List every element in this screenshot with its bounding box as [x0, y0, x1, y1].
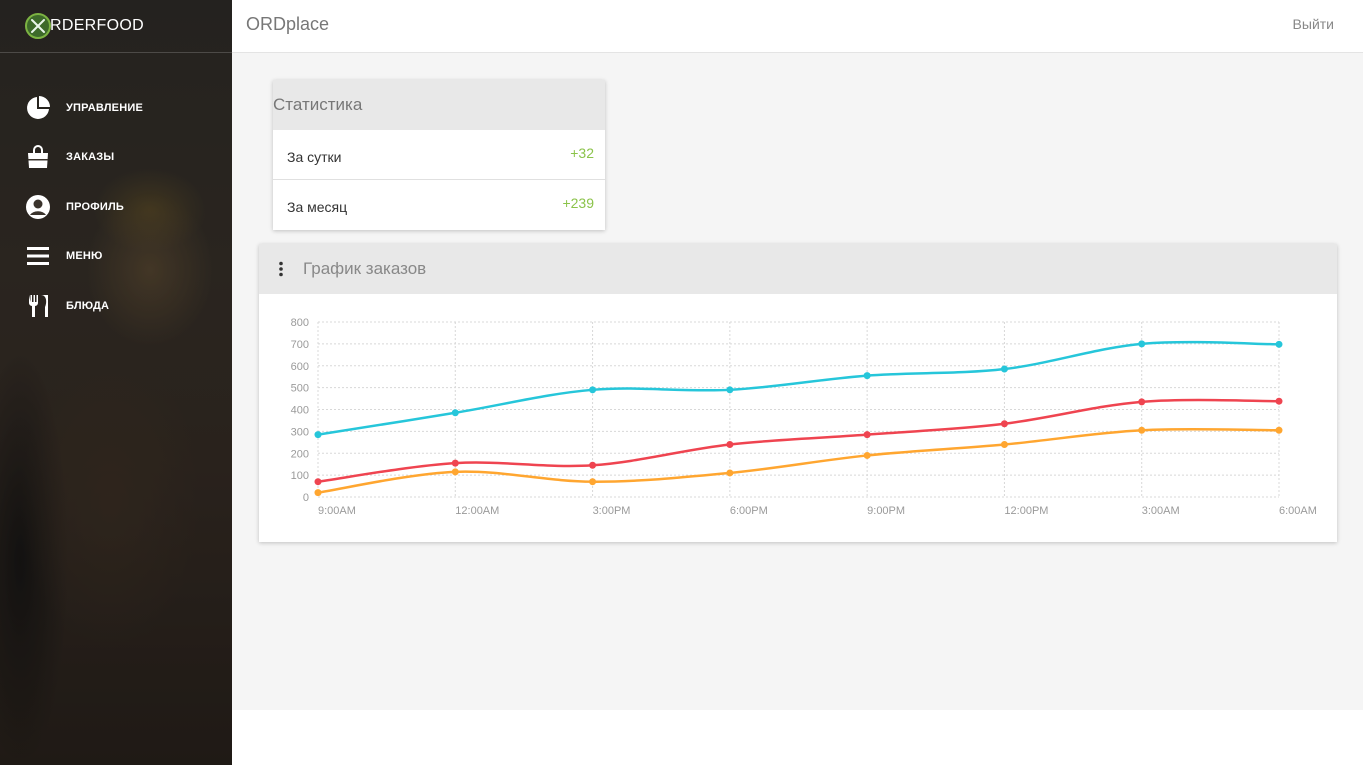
- y-tick-label: 500: [291, 383, 309, 395]
- series-3-point: [1138, 426, 1146, 434]
- x-tick-label: 9:00AM: [318, 505, 356, 517]
- sidebar-item-label: БЛЮДА: [66, 299, 110, 312]
- x-tick-label: 12:00AM: [455, 505, 499, 517]
- x-tick-label: 9:00PM: [867, 505, 905, 517]
- menu-icon: [25, 243, 51, 269]
- sidebar-item-label: ЗАКАЗЫ: [66, 151, 115, 164]
- series-3-point: [589, 478, 597, 486]
- sidebar: RDERFOOD УПРАВЛЕНИЕ ЗАКАЗЫ ПРОФИЛЬ МЕНЮ …: [0, 0, 232, 765]
- series-1-point: [451, 409, 459, 417]
- pie-chart-icon: [25, 95, 51, 121]
- page-title: ORDplace: [246, 14, 330, 34]
- x-tick-label: 3:00PM: [593, 505, 631, 517]
- y-tick-label: 700: [291, 339, 309, 351]
- series-1-point: [726, 386, 734, 394]
- series-3-point: [314, 489, 322, 497]
- series-3-point: [863, 451, 871, 459]
- x-tick-label: 3:00AM: [1142, 505, 1180, 517]
- y-tick-label: 200: [291, 448, 309, 460]
- series-2-point: [1275, 397, 1283, 405]
- logout-button[interactable]: Выйти: [1293, 16, 1334, 32]
- sidebar-item-label: ПРОФИЛЬ: [66, 200, 124, 213]
- main-content: Статистика За сутки +32 За месяц +239 Гр…: [232, 53, 1363, 710]
- series-2-point: [863, 431, 871, 439]
- series-1-point: [863, 372, 871, 380]
- series-2-point: [1000, 420, 1008, 428]
- brand-logo[interactable]: RDERFOOD: [0, 0, 232, 53]
- series-3-point: [1000, 441, 1008, 448]
- series-1-point: [314, 431, 322, 439]
- orders-line-chart: 0 100 200 300 400 500 600 700 800 9:00AM 12:00AM 3:…: [291, 317, 1317, 517]
- stats-card: Статистика За сутки +32 За месяц +239: [273, 80, 605, 230]
- y-tick-label: 600: [291, 361, 309, 373]
- orders-chart-card: График заказов 0 100 200 300 400 500 600 700 800…: [259, 244, 1337, 542]
- account-circle-icon: [25, 194, 51, 220]
- series-2-point: [314, 478, 322, 486]
- sidebar-item-menu[interactable]: МЕНЮ: [0, 232, 232, 282]
- stats-row-label: За сутки: [287, 149, 342, 165]
- x-tick-label: 6:00PM: [730, 505, 768, 517]
- footer-area: [232, 710, 1363, 765]
- series-2-point: [726, 441, 734, 448]
- orders-chart-header: График заказов: [259, 244, 1337, 294]
- top-bar: ORDplace Выйти: [232, 0, 1363, 53]
- series-2-point: [589, 461, 597, 469]
- series-3-point: [451, 468, 459, 476]
- x-tick-label: 12:00PM: [1004, 505, 1048, 517]
- orders-chart-title: График заказов: [303, 259, 427, 278]
- y-tick-label: 100: [291, 470, 309, 482]
- sidebar-item-dishes[interactable]: БЛЮДА: [0, 281, 232, 331]
- stats-row-value: +32: [570, 145, 594, 161]
- series-3-point: [726, 469, 734, 477]
- more-vertical-icon[interactable]: [277, 261, 285, 277]
- restaurant-icon: [25, 293, 51, 319]
- stats-row-month: За месяц +239: [273, 180, 605, 229]
- series-1-point: [589, 386, 597, 394]
- x-tick-label: 6:00AM: [1279, 505, 1317, 517]
- y-tick-label: 800: [291, 317, 309, 329]
- series-3-point: [1275, 426, 1283, 434]
- stats-row-day: За сутки +32: [273, 130, 605, 180]
- series-line-1: [317, 340, 1280, 436]
- stats-row-label: За месяц: [287, 199, 348, 215]
- fork-knife-circle-icon: [25, 13, 51, 39]
- series-1-point: [1138, 340, 1146, 348]
- sidebar-nav: УПРАВЛЕНИЕ ЗАКАЗЫ ПРОФИЛЬ МЕНЮ БЛЮДА: [0, 53, 232, 331]
- y-tick-label: 0: [303, 492, 309, 504]
- sidebar-item-management[interactable]: УПРАВЛЕНИЕ: [0, 83, 232, 133]
- series-1-point: [1000, 365, 1008, 373]
- sidebar-item-orders[interactable]: ЗАКАЗЫ: [0, 133, 232, 183]
- series-2-point: [451, 459, 459, 467]
- stats-row-value: +239: [562, 195, 594, 211]
- series-1-point: [1275, 340, 1283, 348]
- sidebar-item-label: МЕНЮ: [66, 250, 103, 263]
- y-tick-label: 400: [291, 405, 309, 417]
- y-tick-label: 300: [291, 426, 309, 438]
- stats-card-title: Статистика: [273, 80, 605, 130]
- sidebar-item-profile[interactable]: ПРОФИЛЬ: [0, 182, 232, 232]
- series-2-point: [1138, 398, 1146, 406]
- shopping-bag-icon: [25, 144, 51, 170]
- sidebar-item-label: УПРАВЛЕНИЕ: [66, 101, 143, 114]
- brand-name: RDERFOOD: [50, 17, 144, 34]
